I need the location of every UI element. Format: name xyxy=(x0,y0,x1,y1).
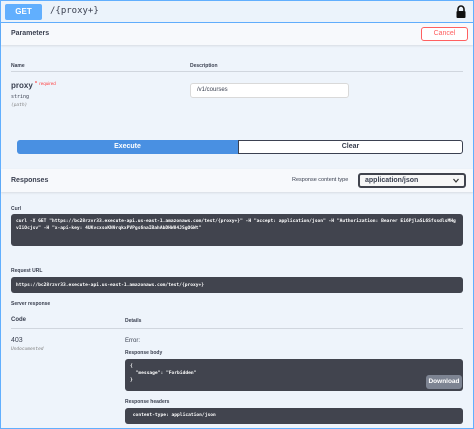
response-content-type-select[interactable]: application/json xyxy=(358,173,466,188)
cancel-button[interactable]: Cancel xyxy=(421,27,468,41)
operation-summary[interactable]: GET /{proxy+} xyxy=(1,1,473,23)
parameter-type: string xyxy=(11,94,30,100)
method-badge: GET xyxy=(5,4,42,20)
column-header-code: Code xyxy=(11,317,26,323)
proxy-input[interactable]: /v1/courses xyxy=(190,83,349,98)
divider xyxy=(11,71,463,72)
undocumented-label: Undocumented xyxy=(11,347,44,352)
error-label: Error: xyxy=(125,338,140,344)
parameter-name-text: proxy xyxy=(11,81,33,90)
column-header-details: Details xyxy=(125,318,142,324)
response-body-label: Response body xyxy=(125,350,163,356)
server-response-label: Server response xyxy=(11,301,51,307)
parameter-location: (path) xyxy=(11,103,28,108)
parameters-title: Parameters xyxy=(11,30,50,37)
responses-title: Responses xyxy=(11,177,49,184)
divider xyxy=(11,328,463,329)
request-url-label: Request URL xyxy=(11,268,43,274)
request-url: https://bc28rzvr33.execute-api.us-east-1… xyxy=(11,277,463,293)
operation-block: GET /{proxy+} Parameters Cancel Name Des… xyxy=(0,0,474,429)
response-headers: content-type: application/json xyxy=(125,408,463,424)
response-content-type-label: Response content type xyxy=(292,177,349,183)
response-code: 403 xyxy=(11,337,23,344)
column-header-description: Description xyxy=(190,63,218,69)
chevron-down-icon xyxy=(453,178,459,183)
clear-button[interactable]: Clear xyxy=(238,140,463,154)
required-label: required xyxy=(39,81,56,86)
column-header-name: Name xyxy=(11,63,25,69)
parameters-header: Parameters xyxy=(1,23,473,45)
execute-button[interactable]: Execute xyxy=(17,140,238,154)
required-star: * xyxy=(35,81,37,87)
curl-label: Curl xyxy=(11,206,21,212)
parameter-name: proxy * required xyxy=(11,81,56,90)
endpoint-path: /{proxy+} xyxy=(50,6,99,16)
response-body: { "message": "Forbidden" } xyxy=(125,359,463,391)
response-content-type-value: application/json xyxy=(365,177,419,184)
response-headers-label: Response headers xyxy=(125,399,170,405)
lock-icon[interactable] xyxy=(455,5,467,19)
download-button[interactable]: Download xyxy=(426,375,462,389)
curl-command: curl -X GET "https://bc28rzvr33.execute-… xyxy=(11,214,463,246)
